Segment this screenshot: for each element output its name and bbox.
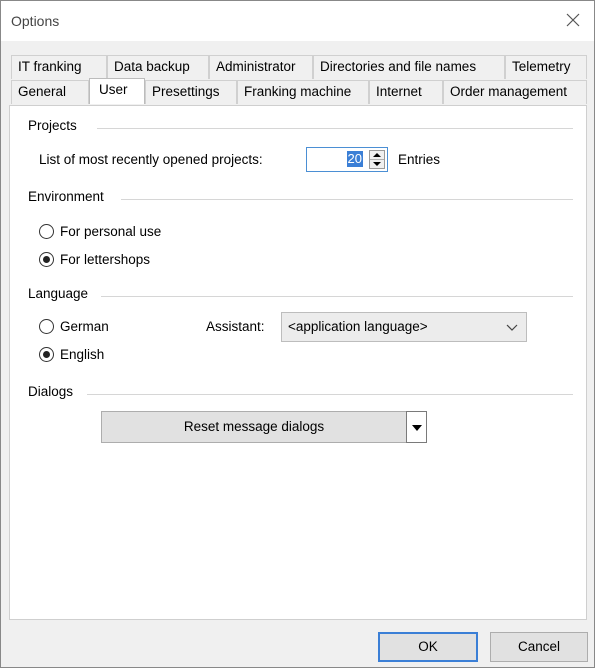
- dropdown-arrow-icon: [412, 425, 422, 431]
- environment-heading: Environment: [28, 189, 104, 204]
- arrow-down-icon: [373, 162, 381, 166]
- assistant-language-select[interactable]: <application language>: [281, 312, 527, 342]
- radio-lettershops[interactable]: [39, 252, 54, 267]
- tab-internet[interactable]: Internet: [369, 80, 443, 104]
- recent-projects-value[interactable]: 20: [346, 151, 363, 167]
- reset-dropdown-button[interactable]: [406, 411, 427, 443]
- radio-german[interactable]: [39, 319, 54, 334]
- entries-unit-label: Entries: [398, 152, 441, 167]
- projects-heading: Projects: [28, 118, 77, 133]
- tab-franking-machine[interactable]: Franking machine: [237, 80, 369, 104]
- language-divider: [101, 296, 573, 297]
- options-dialog: Options IT franking Data backup Administ…: [0, 0, 595, 668]
- reset-message-dialogs-split-button: Reset message dialogs: [101, 411, 427, 443]
- environment-divider: [121, 199, 573, 200]
- tab-directories-and-file-names[interactable]: Directories and file names: [313, 55, 505, 79]
- lettershops-label[interactable]: For lettershops: [60, 252, 150, 267]
- user-tab-panel: [9, 105, 587, 620]
- radio-personal-use[interactable]: [39, 224, 54, 239]
- projects-divider: [97, 128, 573, 129]
- german-label[interactable]: German: [60, 319, 109, 334]
- radio-english[interactable]: [39, 347, 54, 362]
- tab-telemetry[interactable]: Telemetry: [505, 55, 587, 79]
- chevron-down-icon: [506, 321, 518, 333]
- title-bar: Options: [1, 1, 594, 41]
- tab-administrator[interactable]: Administrator: [209, 55, 313, 79]
- ok-button[interactable]: OK: [378, 632, 478, 662]
- dialogs-heading: Dialogs: [28, 384, 74, 399]
- personal-use-label[interactable]: For personal use: [60, 224, 161, 239]
- dialogs-divider: [87, 394, 573, 395]
- stepper-up-button[interactable]: [370, 151, 384, 160]
- tab-user[interactable]: User: [89, 78, 145, 104]
- stepper-down-button[interactable]: [370, 160, 384, 169]
- tab-it-franking[interactable]: IT franking: [11, 55, 107, 79]
- english-label[interactable]: English: [60, 347, 104, 362]
- arrow-up-icon: [373, 153, 381, 157]
- stepper-buttons: [369, 150, 385, 169]
- window-title: Options: [11, 13, 60, 29]
- tab-order-management[interactable]: Order management: [443, 80, 587, 104]
- assistant-label: Assistant:: [206, 319, 265, 334]
- tab-data-backup[interactable]: Data backup: [107, 55, 209, 79]
- cancel-button[interactable]: Cancel: [490, 632, 588, 662]
- recent-projects-stepper[interactable]: 20: [306, 147, 388, 172]
- assistant-language-value: <application language>: [288, 319, 428, 334]
- close-icon[interactable]: [560, 7, 586, 33]
- language-heading: Language: [28, 286, 89, 301]
- tab-general[interactable]: General: [11, 80, 89, 104]
- recent-projects-label: List of most recently opened projects:: [39, 152, 263, 167]
- reset-message-dialogs-button[interactable]: Reset message dialogs: [101, 411, 407, 443]
- tab-presettings[interactable]: Presettings: [145, 80, 237, 104]
